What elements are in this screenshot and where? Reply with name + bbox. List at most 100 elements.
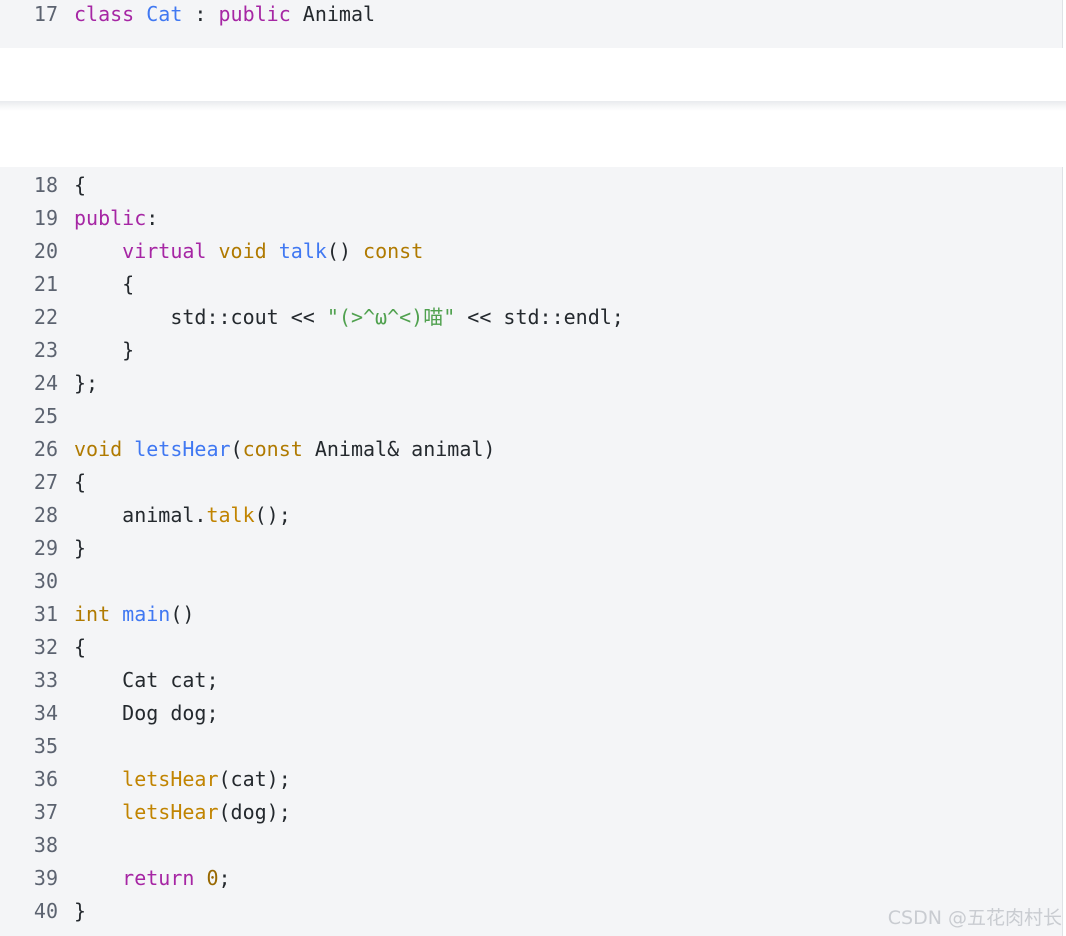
code-token-call: letsHear [122,767,219,791]
code-line: 24}; [0,367,1062,400]
code-token-plain: : [146,206,159,230]
code-block-top[interactable]: 17 class Cat : public Animal [0,0,1063,48]
code-line: 35 [0,730,1062,763]
code-token-plain: () [170,602,195,626]
code-token-plain: { [74,173,87,197]
code-line: 29} [0,532,1062,565]
line-source: { [74,631,86,664]
code-token-plain: : [182,2,219,26]
code-block-main[interactable]: 18{19 public: 20 virtual void talk() const… [0,167,1063,936]
line-source: } [74,532,86,565]
code-token-keyword: return [122,866,195,890]
code-token-plain: } [74,899,87,923]
line-source: void letsHear(const Animal& animal) [74,433,495,466]
line-source: int main() [74,598,194,631]
code-token-type: void [74,437,123,461]
code-token-type: void [218,239,267,263]
line-number: 30 [33,569,58,593]
line-source: std::cout << "(>^ω^<)喵" << std::endl; [74,301,624,334]
line-number: 27 [33,470,58,494]
code-line: 28 animal.talk(); [0,499,1062,532]
code-line: 31 int main() [0,598,1062,631]
line-number: 38 [33,833,58,857]
line-source: public: [74,202,158,235]
page-break-divider [0,101,1066,111]
code-token-plain: () [326,239,364,263]
line-number: 37 [33,800,58,824]
line-source: animal.talk(); [74,499,291,532]
code-token-plain: (dog); [218,800,291,824]
line-source: } [74,895,86,928]
line-source: { [74,268,134,301]
code-token-number: 0 [206,866,219,890]
page: 17 class Cat : public Animal 18 {19 public:… [0,0,1066,936]
code-line: 38 [0,829,1062,862]
line-number: 17 [33,2,58,26]
code-line: 20 virtual void talk() const [0,235,1062,268]
code-token-type: int [74,602,111,626]
line-number: 25 [33,404,58,428]
code-token-plain: Animal& animal) [302,437,496,461]
code-token-func: letsHear [134,437,231,461]
code-line: 21 { [0,268,1062,301]
line-source: return 0; [74,862,231,895]
line-source: } [74,334,134,367]
code-line: 30 [0,565,1062,598]
line-number: 26 [33,437,58,461]
line-number: 35 [33,734,58,758]
line-number: 31 [33,602,58,626]
line-number: 19 [33,206,58,230]
code-token-type: const [242,437,303,461]
line-source: Dog dog; [74,697,219,730]
line-source: { [74,169,86,202]
code-line: 26 void letsHear(const Animal& animal) [0,433,1062,466]
code-token-plain: Dog dog; [74,701,219,725]
line-number: 22 [33,305,58,329]
code-token-keyword: class [74,2,135,26]
code-token-plain: { [74,635,87,659]
code-token-plain: { [74,272,135,296]
code-token-keyword: public [218,2,291,26]
code-line: 34 Dog dog; [0,697,1062,730]
line-number: 33 [33,668,58,692]
code-token-plain: } [74,338,135,362]
code-token-plain: }; [74,371,99,395]
line-number: 36 [33,767,58,791]
code-token-plain: Animal [290,2,376,26]
code-token-plain: (cat); [218,767,291,791]
watermark: CSDN @五花肉村长 [887,907,1062,929]
code-token-call: letsHear [122,800,219,824]
code-token-plain: } [74,536,87,560]
code-line: 37 letsHear(dog); [0,796,1062,829]
code-line: 27 { [0,466,1062,499]
line-source: class Cat : public Animal [74,0,375,28]
code-token-plain: ( [230,437,243,461]
line-number: 21 [33,272,58,296]
code-token-type: const [363,239,424,263]
line-number: 23 [33,338,58,362]
code-line: 17 class Cat : public Animal [0,0,1062,28]
line-source: { [74,466,86,499]
line-number: 24 [33,371,58,395]
line-source: letsHear(cat); [74,763,291,796]
code-token-call: talk [206,503,255,527]
line-number: 32 [33,635,58,659]
code-token-func: talk [278,239,327,263]
code-token-plain: std::cout << [74,305,327,329]
line-number: 20 [33,239,58,263]
line-number: 40 [33,899,58,923]
code-token-plain: { [74,470,87,494]
line-source: virtual void talk() const [74,235,423,268]
code-token-plain: animal. [74,503,207,527]
line-number: 29 [33,536,58,560]
code-token-plain: ; [218,866,231,890]
code-token-func: main [122,602,171,626]
line-number: 18 [33,173,58,197]
